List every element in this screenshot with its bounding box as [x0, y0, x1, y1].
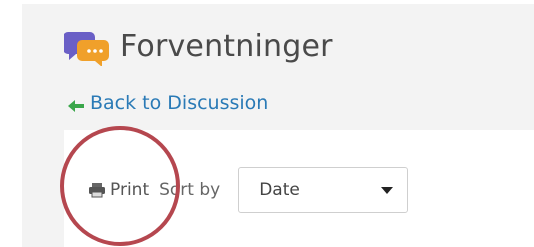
chevron-down-icon	[381, 186, 394, 194]
discussion-toolbar: Print Sort by Date	[88, 167, 409, 213]
discussion-bubbles-icon	[63, 26, 112, 67]
printer-icon	[88, 182, 106, 198]
back-to-discussion-link[interactable]: Back to Discussion	[68, 92, 268, 114]
back-to-discussion-label[interactable]: Back to Discussion	[90, 92, 268, 114]
print-label[interactable]: Print	[110, 180, 149, 200]
sort-by-label: Sort by	[159, 180, 221, 200]
print-button[interactable]: Print	[88, 180, 149, 200]
sort-select[interactable]: Date	[238, 167, 409, 213]
page-header: Forventninger	[63, 24, 333, 68]
page-title: Forventninger	[120, 28, 333, 64]
arrow-left-icon	[68, 97, 84, 112]
sort-select-value: Date	[259, 180, 300, 200]
